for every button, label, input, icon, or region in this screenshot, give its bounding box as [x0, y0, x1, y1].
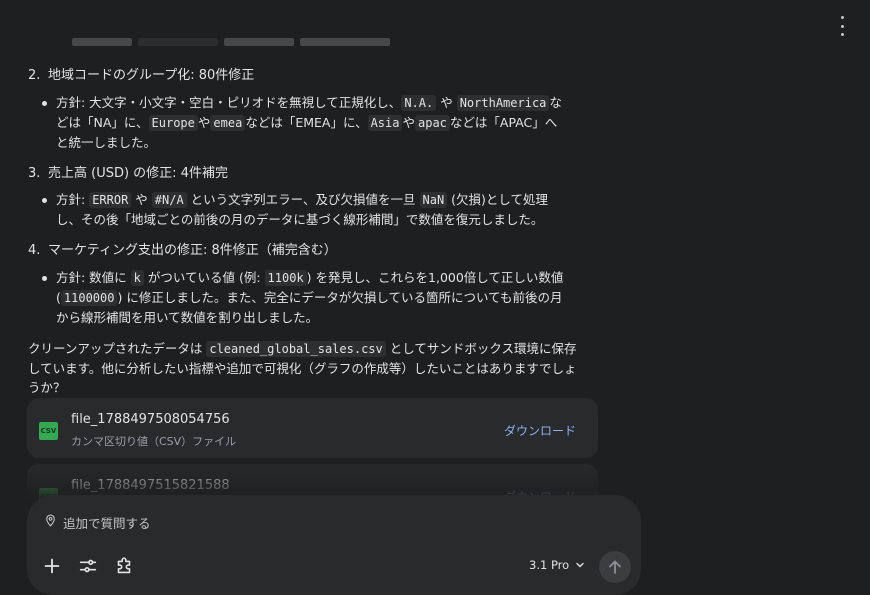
- filename-code: cleaned_global_sales.csv: [206, 341, 386, 357]
- inline-code: k: [130, 270, 144, 286]
- text: ) を発見し、これらを1,000倍して正しい数値: [306, 270, 564, 285]
- item-number: 4.: [28, 243, 41, 258]
- text: 方針: 大文字・小文字・空白・ピリオドを無視して正規化し、: [56, 95, 402, 110]
- text: な: [549, 95, 562, 110]
- inline-code: #N/A: [151, 192, 187, 208]
- file-name: file_1788497515821588: [71, 478, 230, 493]
- text: や: [440, 95, 453, 110]
- text: としてサンドボックス環境に保存: [385, 341, 577, 356]
- inline-code: Asia: [367, 115, 403, 131]
- inline-code: 1100k: [264, 270, 307, 286]
- send-button[interactable]: [599, 551, 631, 583]
- text: や: [131, 192, 152, 207]
- text: 方針: 数値に: [56, 270, 131, 285]
- list-item: 4. マーケティング支出の修正: 8件修正（補完含む）: [28, 241, 608, 261]
- item-title: 売上高 (USD) の修正: 4件補完: [48, 166, 228, 181]
- model-label: 3.1 Pro: [529, 558, 570, 572]
- text: などは「APAC」へ: [449, 115, 558, 130]
- inline-code: ERROR: [89, 192, 132, 208]
- text: (欠損)として処理: [447, 192, 549, 207]
- cut-off-text: [72, 34, 422, 48]
- csv-file-icon: CSV: [39, 422, 58, 440]
- inline-code: NaN: [419, 192, 448, 208]
- inline-code: NorthAmerica: [456, 95, 550, 111]
- text: や: [197, 115, 211, 130]
- prompt-input[interactable]: 追加で質問する: [63, 513, 151, 532]
- file-name: file_1788497508054756: [71, 412, 230, 427]
- text: どは「NA」に、: [56, 115, 149, 130]
- bullet-text: 方針: 大文字・小文字・空白・ピリオドを無視して正規化し、 N.A. や Nort…: [42, 93, 601, 152]
- text: ) に修正しました。また、完全にデータが欠損している箇所についても前後の月: [117, 290, 563, 305]
- extension-icon[interactable]: [113, 555, 135, 577]
- inline-code: Europe: [148, 115, 198, 131]
- arrow-up-icon: [609, 560, 621, 574]
- item-number: 3.: [28, 166, 41, 181]
- tools-icon[interactable]: [77, 555, 99, 577]
- file-type: カンマ区切り値（CSV）ファイル: [71, 435, 237, 448]
- file-card[interactable]: CSV file_1788497508054756 カンマ区切り値（CSV）ファ…: [27, 398, 598, 458]
- text: から線形補間を用いて数値を割り出しました。: [56, 310, 319, 325]
- text: がついている値 (例:: [143, 270, 265, 285]
- text: うか？: [28, 380, 66, 395]
- inline-code: 1100000: [60, 290, 118, 306]
- chat-response: 2. 地域コードのグループ化: 80件修正 方針: 大文字・小文字・空白・ピリオ…: [0, 0, 870, 500]
- model-selector[interactable]: 3.1 Pro: [529, 558, 585, 572]
- plus-icon[interactable]: [41, 555, 63, 577]
- chevron-down-icon: [576, 562, 584, 568]
- text: や: [402, 115, 415, 130]
- location-pin-icon: [46, 514, 55, 527]
- item-number: 2.: [28, 68, 41, 83]
- text: クリーンアップされたデータは: [28, 341, 207, 356]
- download-button[interactable]: ダウンロード: [504, 422, 576, 439]
- inline-code: N.A.: [401, 95, 437, 111]
- list-item: 3. 売上高 (USD) の修正: 4件補完: [28, 164, 608, 184]
- prompt-composer[interactable]: 追加で質問する 3.1 Pro: [27, 495, 641, 595]
- text: 方針:: [56, 192, 90, 207]
- text: しています。他に分析したい指標や追加で可視化（グラフの作成等）したいことはありま…: [28, 361, 577, 376]
- inline-code: emea: [210, 115, 246, 131]
- text: などは「EMEA」に、: [245, 115, 368, 130]
- text: という文字列エラー、及び欠損値を一旦: [186, 192, 420, 207]
- text: し、その後「地域ごとの前後の月のデータに基づく線形補間」で数値を復元しました。: [56, 212, 544, 227]
- text: と統一しました。: [56, 135, 157, 150]
- summary-paragraph: クリーンアップされたデータは cleaned_global_sales.csv …: [28, 339, 603, 397]
- bullet-text: 方針: ERROR や #N/A という文字列エラー、及び欠損値を一旦 NaN …: [42, 190, 601, 229]
- inline-code: apac: [415, 115, 450, 131]
- bullet-text: 方針: 数値に k がついている値 (例: 1100k) を発見し、これらを1,…: [42, 268, 601, 327]
- list-item: 2. 地域コードのグループ化: 80件修正: [28, 66, 608, 86]
- item-title: 地域コードのグループ化: 80件修正: [48, 68, 255, 83]
- item-title: マーケティング支出の修正: 8件修正（補完含む）: [48, 243, 337, 258]
